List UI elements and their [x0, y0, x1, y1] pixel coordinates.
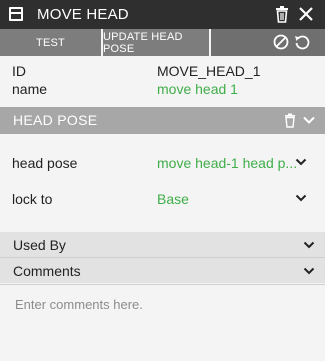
- comments-section-header[interactable]: Comments: [0, 258, 325, 283]
- chevron-down-icon[interactable]: [294, 155, 308, 169]
- id-label: ID: [12, 63, 26, 79]
- head-pose-field[interactable]: head pose move head-1 head p...: [0, 153, 325, 175]
- comments-placeholder: Enter comments here.: [15, 297, 143, 312]
- undo-icon[interactable]: [293, 33, 311, 51]
- toolbar: TEST UPDATE HEAD POSE: [0, 29, 325, 56]
- used-by-title: Used By: [13, 237, 66, 253]
- test-button[interactable]: TEST: [0, 29, 101, 56]
- name-label: name: [12, 81, 48, 97]
- window-title: MOVE HEAD: [37, 6, 129, 23]
- chevron-down-icon[interactable]: [302, 264, 316, 278]
- chevron-down-icon[interactable]: [294, 191, 308, 205]
- head-pose-value[interactable]: move head-1 head p...: [157, 155, 297, 171]
- trash-icon[interactable]: [273, 5, 291, 23]
- window-icon: [9, 7, 23, 21]
- head-pose-label: head pose: [12, 155, 78, 171]
- toolbar-divider: [209, 29, 211, 56]
- chevron-down-icon[interactable]: [301, 112, 317, 128]
- trash-icon[interactable]: [282, 112, 298, 128]
- window-titlebar: MOVE HEAD: [0, 0, 325, 29]
- id-value: MOVE_HEAD_1: [157, 63, 261, 79]
- comments-title: Comments: [13, 263, 81, 279]
- head-pose-section-header[interactable]: HEAD POSE: [0, 107, 325, 134]
- lock-to-value[interactable]: Base: [157, 191, 189, 207]
- disable-icon[interactable]: [272, 33, 290, 51]
- chevron-down-icon[interactable]: [302, 238, 316, 252]
- comments-textarea[interactable]: Enter comments here.: [0, 285, 325, 361]
- close-icon[interactable]: [297, 5, 315, 23]
- update-head-pose-button[interactable]: UPDATE HEAD POSE: [103, 29, 209, 56]
- lock-to-label: lock to: [12, 191, 53, 207]
- lock-to-field[interactable]: lock to Base: [0, 189, 325, 211]
- head-pose-section-title: HEAD POSE: [13, 112, 98, 128]
- used-by-section-header[interactable]: Used By: [0, 232, 325, 257]
- name-value[interactable]: move head 1: [157, 81, 238, 97]
